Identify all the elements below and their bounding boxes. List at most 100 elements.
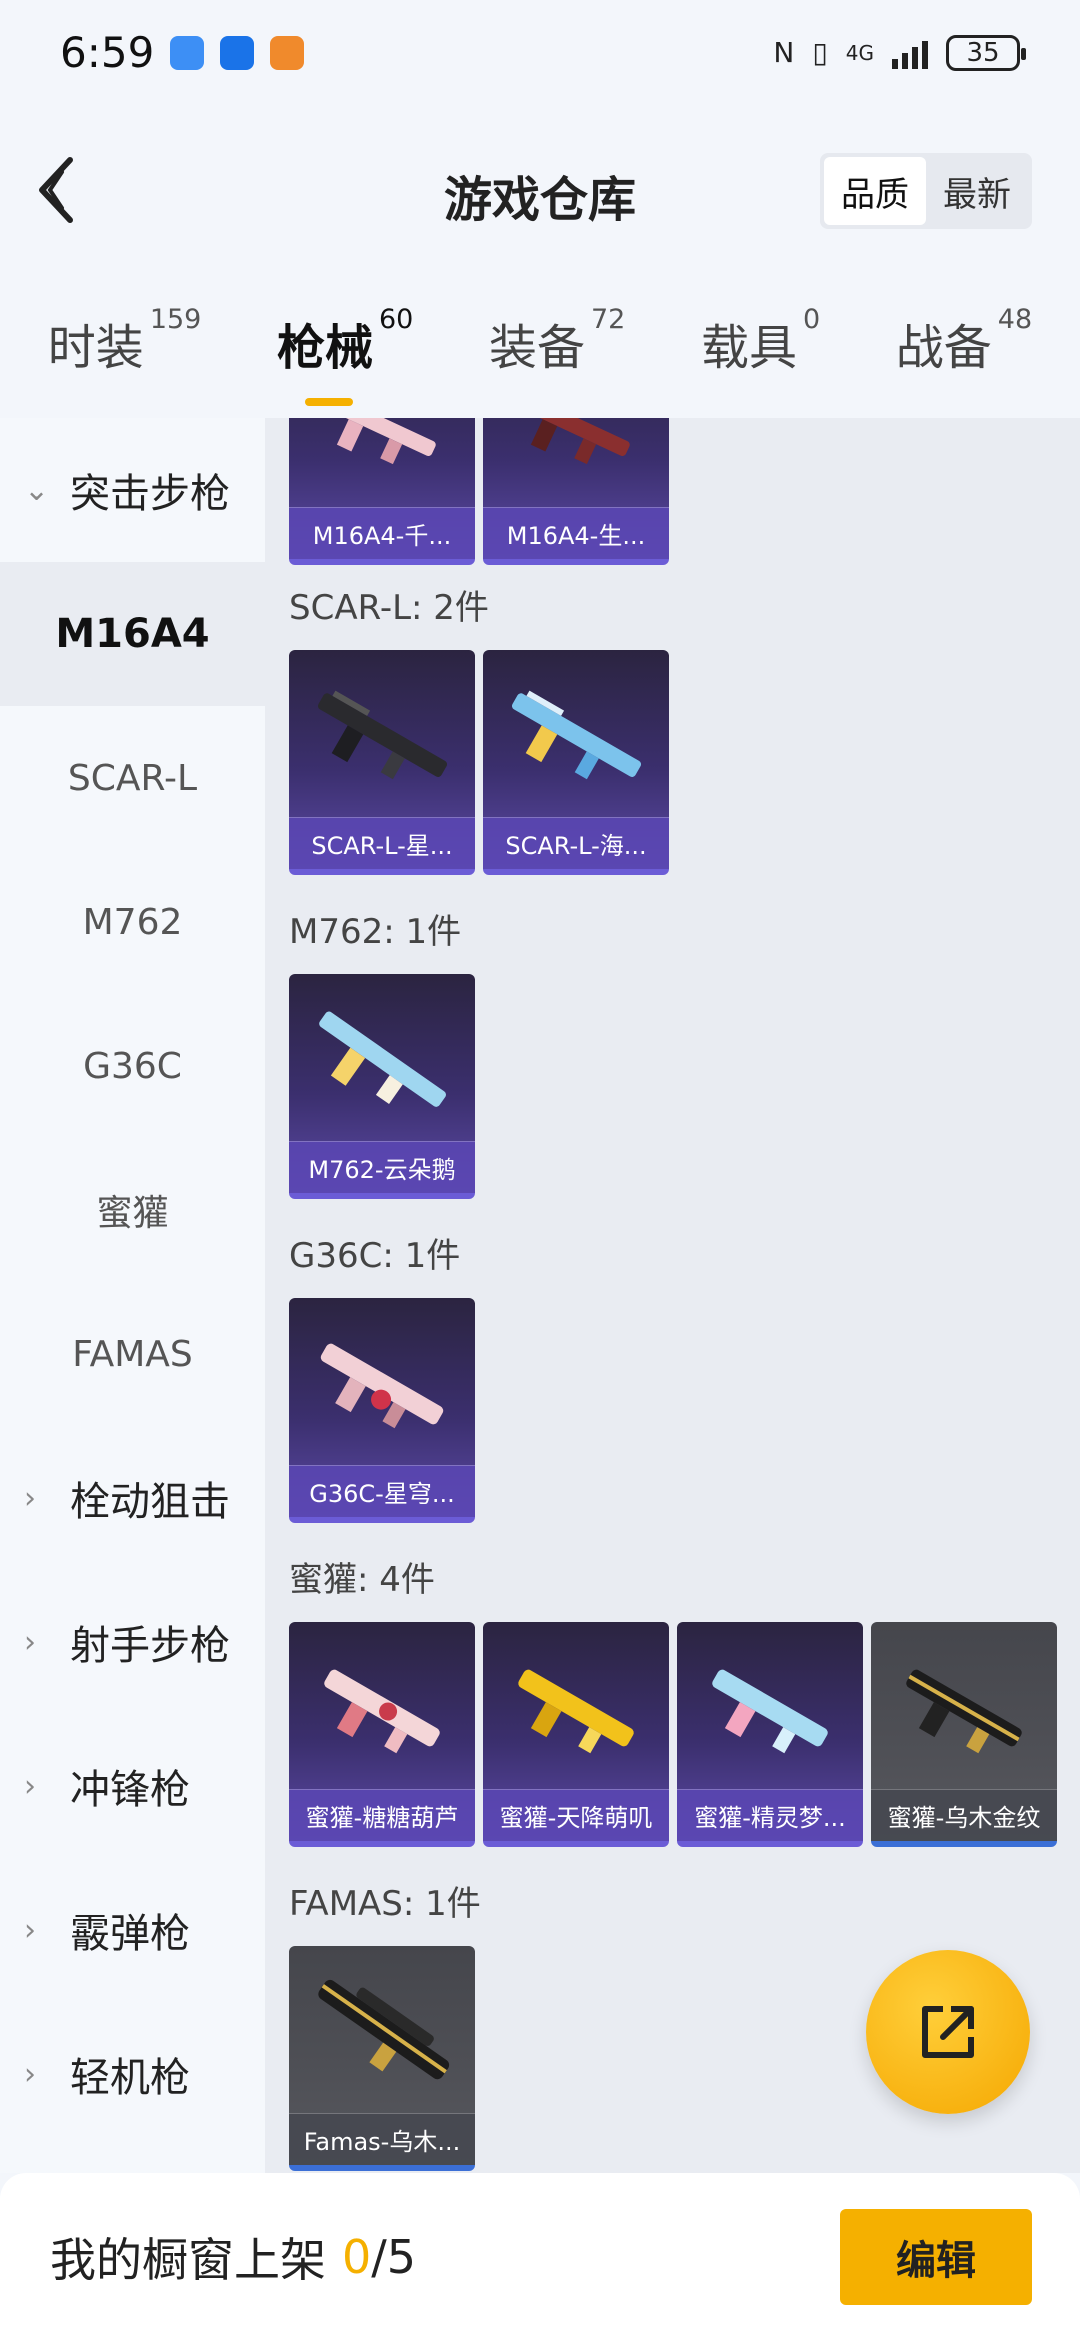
nav-group-lmg[interactable]: › 轻机枪: [0, 2002, 265, 2146]
nav-label: 霰弹枪: [70, 1911, 190, 1957]
weapon-name: 蜜獾-天降萌叽: [483, 1789, 669, 1841]
nav-label: 栓动狙击: [70, 1479, 230, 1525]
nav-label: 突击步枪: [70, 471, 230, 517]
gun-skin-image: [324, 1669, 440, 1754]
tab-fashion[interactable]: 时装 159: [48, 290, 202, 378]
gun-skin-image: [320, 1343, 444, 1429]
tab-count: 60: [378, 304, 414, 335]
weapon-card[interactable]: SCAR-L-海...: [483, 650, 669, 875]
edit-button[interactable]: 编辑: [840, 2209, 1032, 2305]
weapon-card[interactable]: 蜜獾-精灵梦...: [677, 1622, 863, 1847]
nav-item-scar-l[interactable]: SCAR-L: [0, 706, 265, 850]
status-bar: 6:59 N ▯ 4G 35: [0, 0, 1080, 105]
sort-toggle: 品质 最新: [820, 153, 1032, 229]
chevron-down-icon: ⌄: [24, 472, 50, 508]
weapon-card[interactable]: 蜜獾-乌木金纹: [871, 1622, 1057, 1847]
share-button[interactable]: [866, 1950, 1030, 2114]
nav-label: 轻机枪: [70, 2055, 190, 2101]
weapon-list: M16A4-千... M16A4-生... SCAR-L: 2件 SCAR-L-…: [265, 418, 1080, 2173]
nav-label: 蜜獾: [96, 1193, 169, 1234]
gun-skin-image: [518, 1669, 634, 1754]
weapon-name: 蜜獾-糖糖葫芦: [289, 1789, 475, 1841]
nav-item-famas[interactable]: FAMAS: [0, 1282, 265, 1426]
showcase-title: 我的橱窗上架: [50, 2232, 326, 2287]
nav-label: 冲锋枪: [70, 1767, 190, 1813]
weapon-type-nav: ⌄ 突击步枪 M16A4 SCAR-L M762 G36C 蜜獾 FAMAS › 栓…: [0, 418, 265, 2173]
tab-supplies[interactable]: 战备 48: [896, 290, 1032, 378]
nfc-icon: N: [773, 36, 795, 69]
chevron-right-icon: ›: [24, 1912, 36, 1948]
tab-guns[interactable]: 枪械 60: [276, 290, 414, 406]
status-time: 6:59: [60, 28, 155, 77]
nav-label: G36C: [83, 1045, 182, 1087]
chevron-right-icon: ›: [24, 1624, 36, 1660]
signal-icon: [892, 37, 928, 69]
tab-label: 时装: [47, 320, 144, 376]
weapon-name: M762-云朵鹅: [289, 1141, 475, 1193]
weapon-card[interactable]: Famas-乌木...: [289, 1946, 475, 2171]
nav-item-honey-badger[interactable]: 蜜獾: [0, 1138, 265, 1282]
section-label: G36C: 1件: [289, 1236, 461, 1276]
nav-label: SCAR-L: [67, 757, 198, 799]
app-icon-3: [270, 35, 305, 70]
weapon-card[interactable]: SCAR-L-星...: [289, 650, 475, 875]
tab-count: 72: [590, 304, 626, 335]
category-tabs: 时装 159 枪械 60 装备 72 载具 0 战备 48: [0, 290, 1080, 410]
nav-item-m16a4[interactable]: M16A4: [0, 562, 265, 706]
nav-group-assault-rifle[interactable]: ⌄ 突击步枪: [0, 418, 265, 562]
app-icon-1: [170, 35, 205, 70]
sort-option-quality[interactable]: 品质: [824, 157, 926, 225]
section-label: 蜜獾: 4件: [289, 1560, 435, 1600]
battery-icon: 35: [946, 34, 1026, 71]
showcase-label: 我的橱窗上架 0 /5: [50, 2224, 416, 2290]
gun-skin-image: [712, 1669, 828, 1754]
weapon-name: G36C-星穹...: [289, 1465, 475, 1517]
battery-level: 35: [966, 37, 1000, 68]
nav-group-dmr[interactable]: › 射手步枪: [0, 1570, 265, 1714]
tab-label: 装备: [488, 320, 585, 376]
tab-vehicles[interactable]: 载具 0: [701, 290, 820, 378]
gun-skin-image: [319, 1011, 446, 1107]
nav-label: FAMAS: [72, 1333, 193, 1375]
nav-group-shotgun[interactable]: › 霰弹枪: [0, 1858, 265, 2002]
showcase-count: 0: [342, 2229, 372, 2284]
weapon-card[interactable]: G36C-星穹...: [289, 1298, 475, 1523]
nav-label: 射手步枪: [70, 1623, 230, 1669]
app-icon-2: [220, 35, 255, 70]
nav-item-g36c[interactable]: G36C: [0, 994, 265, 1138]
tab-label: 载具: [700, 320, 797, 376]
weapon-name: SCAR-L-星...: [289, 817, 475, 869]
tab-equipment[interactable]: 装备 72: [489, 290, 625, 378]
weapon-name: Famas-乌木...: [289, 2113, 475, 2165]
showcase-total: /5: [371, 2229, 417, 2284]
chevron-right-icon: ›: [24, 1768, 36, 1804]
showcase-bar: 我的橱窗上架 0 /5 编辑: [0, 2173, 1080, 2340]
share-icon: [922, 2006, 974, 2058]
gun-skin-image: [322, 418, 436, 465]
nav-group-bolt-sniper[interactable]: › 栓动狙击: [0, 1426, 265, 1570]
weapon-name: M16A4-千...: [289, 507, 475, 559]
gun-skin-image: [317, 690, 448, 780]
tab-label: 枪械: [276, 320, 373, 376]
tab-count: 159: [149, 304, 202, 335]
weapon-card[interactable]: M762-云朵鹅: [289, 974, 475, 1199]
header: 游戏仓库 品质 最新: [0, 105, 1080, 275]
gun-skin-image: [511, 690, 642, 780]
tab-count: 0: [802, 304, 821, 335]
weapon-card[interactable]: 蜜獾-天降萌叽: [483, 1622, 669, 1847]
vibrate-icon: ▯: [812, 36, 828, 69]
active-tab-indicator: [305, 398, 354, 406]
weapon-card[interactable]: M16A4-生...: [483, 418, 669, 565]
nav-group-smg[interactable]: › 冲锋枪: [0, 1714, 265, 1858]
weapon-name: SCAR-L-海...: [483, 817, 669, 869]
tab-count: 48: [997, 304, 1033, 335]
nav-label: M762: [82, 901, 183, 943]
weapon-card[interactable]: 蜜獾-糖糖葫芦: [289, 1622, 475, 1847]
section-label: M762: 1件: [289, 912, 462, 952]
sort-option-latest[interactable]: 最新: [926, 157, 1028, 225]
network-label: 4G: [845, 40, 874, 65]
weapon-name: 蜜獾-乌木金纹: [871, 1789, 1057, 1841]
weapon-card[interactable]: M16A4-千...: [289, 418, 475, 565]
weapon-name: M16A4-生...: [483, 507, 669, 559]
nav-item-m762[interactable]: M762: [0, 850, 265, 994]
